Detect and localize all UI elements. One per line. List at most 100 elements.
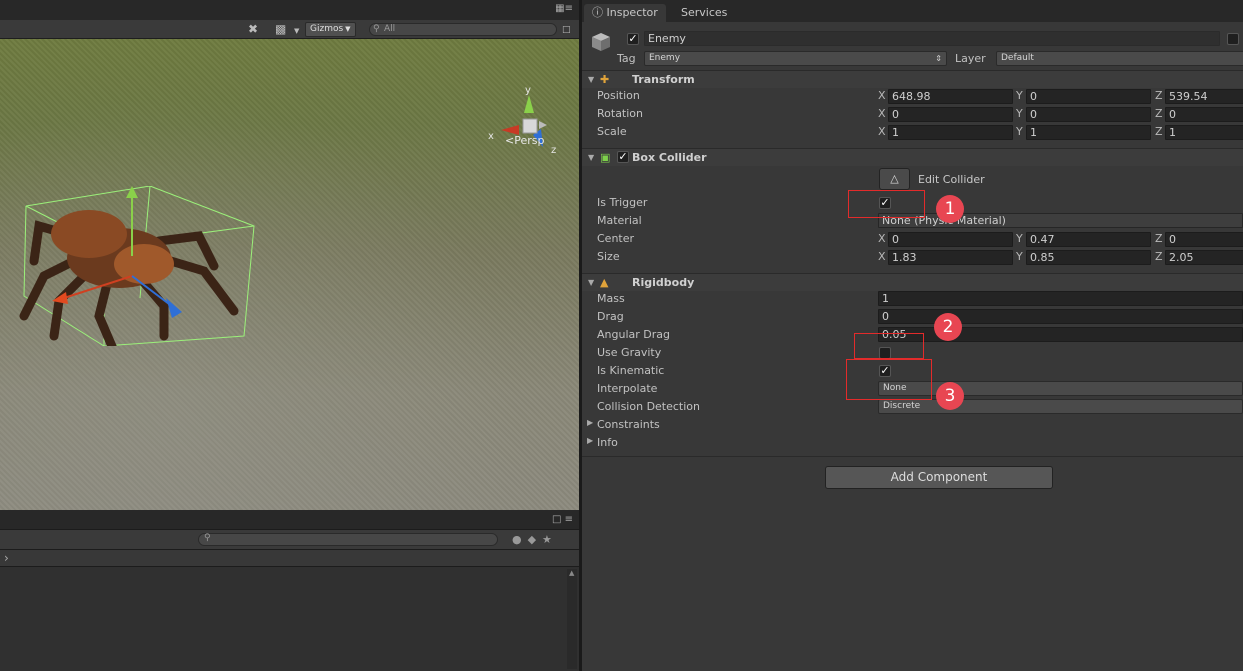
interpolate-dropdown[interactable]: None <box>878 381 1243 396</box>
box-collider-header[interactable]: ▼ ▣ ✓ Box Collider <box>582 148 1243 166</box>
center-x-field[interactable]: 0 <box>888 232 1013 247</box>
tools-icon[interactable]: ✖ <box>248 22 258 36</box>
lock-icon[interactable]: □ <box>562 23 571 37</box>
axis-y-label: Y <box>1016 125 1023 138</box>
mass-field[interactable]: 1 <box>878 291 1243 306</box>
scale-y-field[interactable]: 1 <box>1026 125 1151 140</box>
spider-abdomen <box>51 210 127 258</box>
axis-y-label: Y <box>1016 232 1023 245</box>
is-trigger-label: Is Trigger <box>597 196 648 209</box>
size-x-field[interactable]: 1.83 <box>888 250 1013 265</box>
rotation-y-field[interactable]: 0 <box>1026 107 1151 122</box>
transform-header[interactable]: ▼ ✚ Transform <box>582 70 1243 88</box>
transform-title: Transform <box>632 73 695 86</box>
project-panel: □ ≡ ⚲ ●◆★ › ▲ <box>0 510 579 671</box>
vertical-scrollbar[interactable]: ▲ <box>567 569 577 669</box>
drag-label: Drag <box>597 310 624 323</box>
position-label: Position <box>597 89 640 102</box>
axis-x-label: X <box>878 89 886 102</box>
axis-center-cube[interactable] <box>522 118 538 134</box>
gizmos-button[interactable]: Gizmos ▼ <box>305 22 356 37</box>
rigidbody-title: Rigidbody <box>632 276 695 289</box>
static-checkbox[interactable] <box>1227 33 1239 45</box>
axis-z-label: Z <box>1155 232 1163 245</box>
axis-z-label: Z <box>1155 250 1163 263</box>
tag-dropdown[interactable]: Enemy ⇕ <box>644 51 947 66</box>
filter-icons[interactable]: ●◆★ <box>512 533 558 546</box>
axis-gizmo[interactable]: y x z <box>485 83 565 163</box>
constraints-foldout[interactable]: Constraints <box>597 418 660 432</box>
info-foldout[interactable]: Info <box>597 436 618 450</box>
rigidbody-header[interactable]: ▼ ▲ Rigidbody <box>582 273 1243 291</box>
object-name-field[interactable]: Enemy <box>644 31 1220 46</box>
callout-box-2 <box>854 333 924 359</box>
fold-right-icon[interactable]: ▶ <box>587 418 593 427</box>
scale-label: Scale <box>597 125 627 138</box>
axis-z-label: z <box>551 145 556 156</box>
size-y-field[interactable]: 0.85 <box>1026 250 1151 265</box>
fold-down-icon[interactable]: ▼ <box>588 75 594 84</box>
center-z-field[interactable]: 0 <box>1165 232 1243 247</box>
projection-toggle[interactable]: <Persp <box>505 134 544 147</box>
fold-down-icon[interactable]: ▼ <box>588 153 594 162</box>
project-search-input[interactable]: ⚲ <box>198 533 498 546</box>
use-gravity-label: Use Gravity <box>597 346 662 359</box>
layer-dropdown[interactable]: Default <box>996 51 1243 66</box>
persp-icon: < <box>505 134 515 147</box>
active-checkbox[interactable]: ✓ <box>627 33 639 45</box>
project-panel-header: □ ≡ <box>0 510 579 530</box>
position-y-field[interactable]: 0 <box>1026 89 1151 104</box>
scene-tabbar: ▦≡ <box>0 0 579 20</box>
position-z-field[interactable]: 539.54 <box>1165 89 1243 104</box>
add-component-button[interactable]: Add Component <box>825 466 1053 489</box>
center-y-field[interactable]: 0.47 <box>1026 232 1151 247</box>
axis-x-label: X <box>878 232 886 245</box>
interpolate-label: Interpolate <box>597 382 658 395</box>
scroll-up-icon[interactable]: ▲ <box>569 569 574 577</box>
callout-badge-2: 2 <box>934 313 962 341</box>
axis-z-label: Z <box>1155 125 1163 138</box>
angular-drag-field[interactable]: 0.05 <box>878 327 1243 342</box>
drag-field[interactable]: 0 <box>878 309 1243 324</box>
fold-down-icon[interactable]: ▼ <box>588 278 594 287</box>
axis-y-cone[interactable] <box>524 95 534 113</box>
panel-menu-icon[interactable]: ▦≡ <box>555 3 573 14</box>
scene-search-input[interactable]: ⚲ All <box>369 23 557 36</box>
edit-collider-button[interactable]: △ <box>879 168 910 190</box>
scale-z-field[interactable]: 1 <box>1165 125 1243 140</box>
enemy-model[interactable] <box>14 186 258 346</box>
axis-y-label: y <box>525 85 531 96</box>
layer-label: Layer <box>955 52 986 65</box>
position-x-field[interactable]: 648.98 <box>888 89 1013 104</box>
axis-negx-cone[interactable] <box>539 121 547 129</box>
camera-icon[interactable]: ▩ <box>275 22 286 36</box>
axis-x-label: X <box>878 250 886 263</box>
dropdown-arrow-icon: ⇕ <box>935 54 942 63</box>
axis-y-label: Y <box>1016 250 1023 263</box>
search-icon: ⚲ <box>373 24 380 34</box>
scene-viewport[interactable]: y x z <Persp <box>0 39 579 510</box>
material-field[interactable]: None (Physic Material) <box>878 213 1243 228</box>
callout-badge-1: 1 <box>936 195 964 223</box>
rotation-z-field[interactable]: 0 <box>1165 107 1243 122</box>
collision-detection-dropdown[interactable]: Discrete <box>878 399 1243 414</box>
size-label: Size <box>597 250 620 263</box>
edit-collider-icon: △ <box>890 172 899 185</box>
camera-dropdown-icon[interactable]: ▼ <box>294 24 299 38</box>
rotation-label: Rotation <box>597 107 644 120</box>
box-collider-icon: ▣ <box>600 151 611 164</box>
transform-icon: ✚ <box>600 73 610 86</box>
callout-box-3 <box>846 359 932 400</box>
scale-x-field[interactable]: 1 <box>888 125 1013 140</box>
size-z-field[interactable]: 2.05 <box>1165 250 1243 265</box>
rotation-x-field[interactable]: 0 <box>888 107 1013 122</box>
fold-right-icon[interactable]: ▶ <box>587 436 593 445</box>
divider <box>582 456 1243 457</box>
lock-icon[interactable]: □ ≡ <box>552 514 573 525</box>
tag-label: Tag <box>617 52 636 65</box>
box-collider-enabled-checkbox[interactable]: ✓ <box>617 151 629 163</box>
angular-drag-label: Angular Drag <box>597 328 670 341</box>
tab-inspector[interactable]: ⓘ Inspector <box>584 4 666 22</box>
tab-services[interactable]: Services <box>673 4 735 22</box>
chevron-right-icon[interactable]: › <box>4 551 9 565</box>
